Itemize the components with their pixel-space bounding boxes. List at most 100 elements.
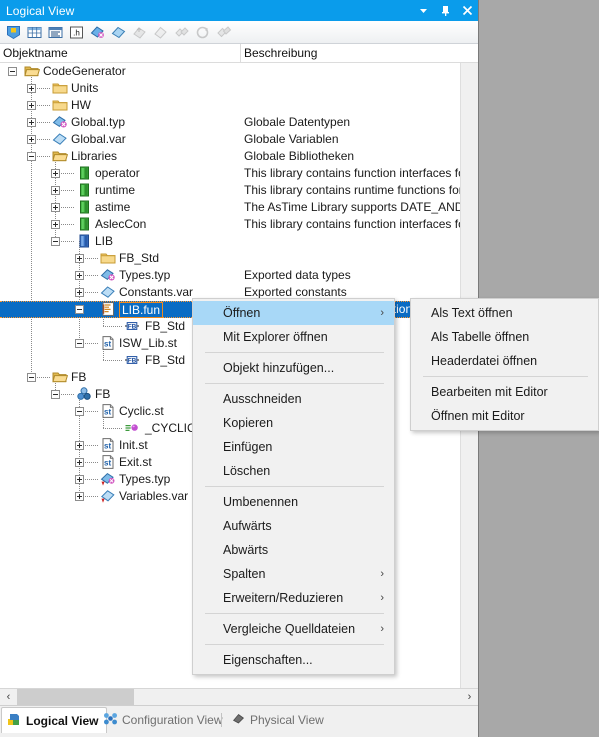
context-menu-item[interactable]: Aufwärts — [193, 514, 394, 538]
column-header-name[interactable]: Objektname — [3, 46, 68, 60]
datatype-icon[interactable] — [87, 22, 107, 42]
submenu-item[interactable]: Bearbeiten mit Editor — [411, 380, 598, 404]
tree-expander-plus-icon[interactable] — [51, 169, 60, 178]
tree-expander-minus-icon[interactable] — [8, 67, 17, 76]
tree-row-label[interactable]: Units — [71, 81, 98, 95]
tree-row-label[interactable]: Libraries — [71, 149, 117, 163]
context-menu-item[interactable]: Ausschneiden — [193, 387, 394, 411]
tree-row-label[interactable]: CodeGenerator — [43, 64, 126, 78]
tree-row-label[interactable]: HW — [71, 98, 91, 112]
tree-expander-plus-icon[interactable] — [27, 135, 36, 144]
tree-row-label[interactable]: _CYCLIC — [145, 421, 196, 435]
tree-row[interactable]: Libraries Globale Bibliotheken — [0, 148, 478, 165]
scroll-thumb[interactable] — [17, 688, 134, 706]
context-menu-item[interactable]: Löschen — [193, 459, 394, 483]
tab-physical-view[interactable]: Physical View — [226, 707, 332, 732]
tree-row-label[interactable]: FB — [71, 370, 86, 384]
tree-row-label[interactable]: ISW_Lib.st — [119, 336, 177, 350]
column-divider[interactable] — [240, 44, 241, 62]
tree-row[interactable]: Global.typ Globale Datentypen — [0, 114, 478, 131]
tree-row[interactable]: Types.typ Exported data types — [0, 267, 478, 284]
tree-expander-plus-icon[interactable] — [51, 220, 60, 229]
column-header-description[interactable]: Beschreibung — [244, 46, 317, 60]
tree-expander-plus-icon[interactable] — [75, 271, 84, 280]
tree-row-label[interactable]: runtime — [95, 183, 135, 197]
tree-row-label[interactable]: Global.var — [71, 132, 126, 146]
tree-row[interactable]: astime The AsTime Library supports DATE_A… — [0, 199, 478, 216]
context-menu-item[interactable]: Kopieren — [193, 411, 394, 435]
tree-expander-minus-icon[interactable] — [51, 390, 60, 399]
variable-icon[interactable] — [108, 22, 128, 42]
tree-row-label[interactable]: Cyclic.st — [119, 404, 164, 418]
tree-expander-plus-icon[interactable] — [75, 458, 84, 467]
tree-expander-plus-icon[interactable] — [51, 186, 60, 195]
tree-row-label[interactable]: FB_Std — [145, 319, 185, 333]
tree-row-label[interactable]: LIB.fun — [119, 302, 164, 318]
table-icon[interactable] — [24, 22, 44, 42]
tree-row-label[interactable]: FB_Std — [145, 353, 185, 367]
tree-row[interactable]: runtime This library contains runtime fun… — [0, 182, 478, 199]
tree-row-label[interactable]: AslecCon — [95, 217, 146, 231]
tree-row[interactable]: Units — [0, 80, 478, 97]
scroll-left-arrow[interactable]: ‹ — [0, 689, 17, 706]
tree-expander-minus-icon[interactable] — [51, 237, 60, 246]
tree-row-label[interactable]: operator — [95, 166, 140, 180]
scroll-track[interactable] — [17, 688, 461, 706]
tree-row-label[interactable]: Exit.st — [119, 455, 152, 469]
tree-row[interactable]: HW — [0, 97, 478, 114]
pin-icon[interactable] — [439, 4, 452, 18]
tree-row-label[interactable]: Init.st — [119, 438, 148, 452]
context-menu-item[interactable]: Einfügen — [193, 435, 394, 459]
submenu-item[interactable]: Öffnen mit Editor — [411, 404, 598, 428]
tree-expander-plus-icon[interactable] — [27, 118, 36, 127]
horizontal-scrollbar[interactable]: ‹ › — [0, 688, 478, 706]
context-menu-item[interactable]: Spalten › — [193, 562, 394, 586]
tree-row-label[interactable]: Types.typ — [119, 268, 170, 282]
tree-row-label[interactable]: LIB — [95, 234, 113, 248]
context-menu-item[interactable]: Erweitern/Reduzieren › — [193, 586, 394, 610]
tree-expander-minus-icon[interactable] — [75, 305, 84, 314]
tree-expander-plus-icon[interactable] — [27, 84, 36, 93]
context-menu-item[interactable]: Vergleiche Quelldateien › — [193, 617, 394, 641]
context-menu-item[interactable]: Abwärts — [193, 538, 394, 562]
context-menu[interactable]: Öffnen › Mit Explorer öffnen Objekt hinzufü… — [192, 298, 395, 675]
tree-expander-minus-icon[interactable] — [75, 407, 84, 416]
tree-row[interactable]: AslecCon This library contains function i… — [0, 216, 478, 233]
context-menu-item[interactable]: Eigenschaften... — [193, 648, 394, 672]
close-icon[interactable] — [461, 4, 474, 18]
text-view-icon[interactable] — [45, 22, 65, 42]
tree-row-label[interactable]: Global.typ — [71, 115, 125, 129]
tree-expander-plus-icon[interactable] — [27, 101, 36, 110]
submenu-item[interactable]: Als Text öffnen — [411, 301, 598, 325]
object-icon[interactable] — [3, 22, 23, 42]
context-menu-item[interactable]: Öffnen › — [193, 301, 394, 325]
tree-row-label[interactable]: Variables.var — [119, 489, 188, 503]
scroll-right-arrow[interactable]: › — [461, 689, 478, 706]
tree-row[interactable]: CodeGenerator — [0, 63, 478, 80]
tree-expander-plus-icon[interactable] — [75, 492, 84, 501]
context-submenu-open[interactable]: Als Text öffnen Als Tabelle öffnen Headerd… — [410, 298, 599, 431]
tree-expander-plus-icon[interactable] — [75, 288, 84, 297]
tree-row[interactable]: operator This library contains function i… — [0, 165, 478, 182]
tree-expander-minus-icon[interactable] — [75, 339, 84, 348]
context-menu-item[interactable]: Objekt hinzufügen... — [193, 356, 394, 380]
tab-logical-view[interactable]: Logical View — [1, 707, 108, 733]
tree-expander-plus-icon[interactable] — [75, 475, 84, 484]
tree-row[interactable]: Global.var Globale Variablen — [0, 131, 478, 148]
submenu-item[interactable]: Headerdatei öffnen — [411, 349, 598, 373]
tab-configuration-view[interactable]: Configuration View — [98, 707, 231, 732]
tree-row-label[interactable]: Constants.var — [119, 285, 193, 299]
tree-expander-minus-icon[interactable] — [27, 152, 36, 161]
tree-row-label[interactable]: Types.typ — [119, 472, 170, 486]
tree-expander-plus-icon[interactable] — [51, 203, 60, 212]
tree-expander-plus-icon[interactable] — [75, 254, 84, 263]
context-menu-item[interactable]: Umbenennen — [193, 490, 394, 514]
tree-row[interactable]: FB_Std — [0, 250, 478, 267]
tree-expander-minus-icon[interactable] — [27, 373, 36, 382]
tree-row-label[interactable]: astime — [95, 200, 130, 214]
tree-row-label[interactable]: FB_Std — [119, 251, 159, 265]
context-menu-item[interactable]: Mit Explorer öffnen — [193, 325, 394, 349]
tree-row[interactable]: LIB — [0, 233, 478, 250]
tree-expander-plus-icon[interactable] — [75, 441, 84, 450]
chevron-down-icon[interactable] — [417, 4, 430, 18]
